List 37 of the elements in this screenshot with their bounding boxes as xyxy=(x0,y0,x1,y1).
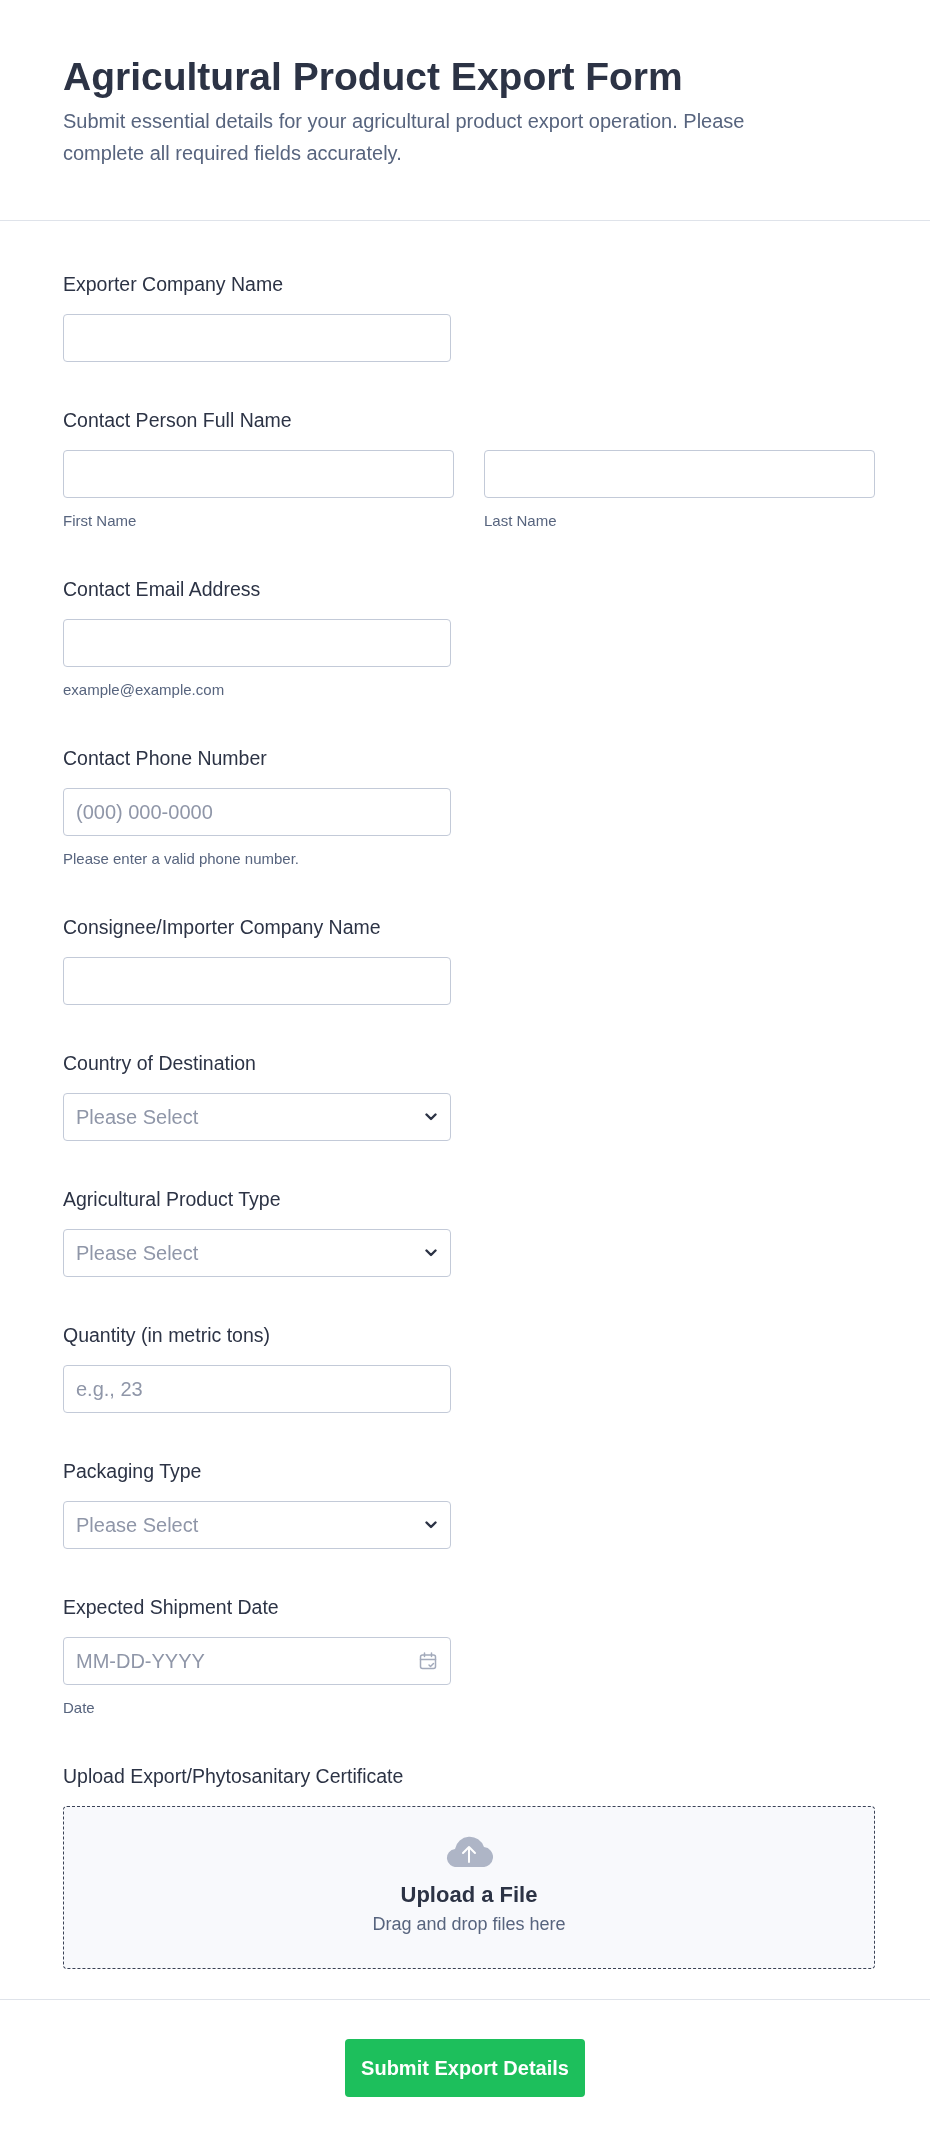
form-title: Agricultural Product Export Form xyxy=(63,55,683,99)
calendar-icon xyxy=(419,1652,437,1670)
text-field[interactable]: e.g., 23 xyxy=(63,1365,451,1413)
field-sublabel: First Name xyxy=(63,511,137,531)
field-label: Exporter Company Name xyxy=(63,272,283,296)
field-label: Quantity (in metric tons) xyxy=(63,1323,270,1347)
text-field[interactable] xyxy=(63,450,454,498)
form-description: Submit essential details for your agricultural product export operation. Please complete all required fields accurately. xyxy=(63,109,746,166)
field-label: Consignee/Importer Company Name xyxy=(63,915,381,939)
field-label: Country of Destination xyxy=(63,1051,256,1075)
text-field[interactable] xyxy=(63,314,451,362)
dropdown-field[interactable]: Please Select xyxy=(63,1501,451,1549)
upload-title: Upload a File xyxy=(400,1880,538,1909)
upload-hint: Drag and drop files here xyxy=(372,1912,566,1936)
field-label: Expected Shipment Date xyxy=(63,1595,279,1619)
field-label: Contact Email Address xyxy=(63,577,261,601)
text-field[interactable] xyxy=(484,450,875,498)
text-field[interactable] xyxy=(63,957,451,1005)
field-label: Contact Phone Number xyxy=(63,746,267,770)
chevron-down-icon xyxy=(425,1521,437,1529)
file-dropzone[interactable]: Upload a File Drag and drop files here xyxy=(63,1806,875,1969)
date-field[interactable]: MM-DD-YYYY xyxy=(63,1637,451,1685)
field-label: Contact Person Full Name xyxy=(63,408,292,432)
chevron-down-icon xyxy=(425,1249,437,1257)
submit-button[interactable]: Submit Export Details xyxy=(345,2039,585,2097)
field-label: Agricultural Product Type xyxy=(63,1187,281,1211)
chevron-down-icon xyxy=(425,1113,437,1121)
dropdown-field[interactable]: Please Select xyxy=(63,1093,451,1141)
field-label: Packaging Type xyxy=(63,1459,202,1483)
field-sublabel: Last Name xyxy=(484,511,557,531)
text-field[interactable]: (000) 000-0000 xyxy=(63,788,451,836)
field-sublabel: Please enter a valid phone number. xyxy=(63,849,299,869)
field-label: Upload Export/Phytosanitary Certificate xyxy=(63,1764,404,1788)
dropdown-field[interactable]: Please Select xyxy=(63,1229,451,1277)
field-sublabel: example@example.com xyxy=(63,680,225,700)
field-sublabel: Date xyxy=(63,1698,95,1718)
text-field[interactable] xyxy=(63,619,451,667)
